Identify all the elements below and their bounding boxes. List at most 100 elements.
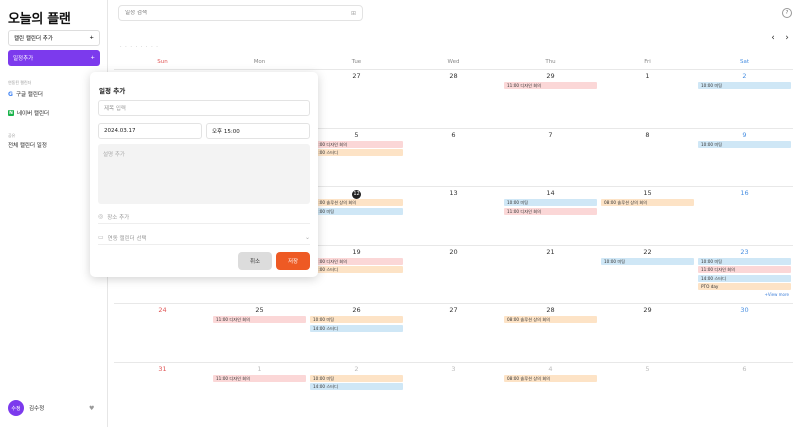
event-chip[interactable]: 11:00 디자인 회의 [504, 82, 597, 89]
event-chip[interactable]: PTO day [698, 283, 791, 290]
day-cell[interactable]: 19 11:00 디자인 회의 14:00 스터디 [308, 246, 405, 304]
event-chip[interactable]: 11:00 디자인 회의 [698, 266, 791, 273]
help-button[interactable]: ? [782, 8, 792, 18]
day-cell[interactable]: 25 11:00 디자인 회의 [211, 304, 308, 362]
day-cell[interactable]: 6 [405, 129, 502, 187]
day-cell[interactable]: 27 [308, 70, 405, 128]
day-cell[interactable]: 24 [114, 304, 211, 362]
day-number: 16 [696, 189, 793, 197]
event-chip[interactable]: 10:00 미팅 [698, 140, 791, 148]
event-chip[interactable]: 10:00 미팅 [698, 257, 791, 265]
sidebar-item-naver[interactable]: N 네이버 캘린더 [8, 109, 49, 117]
calendar-select[interactable]: ▭ 연동 캘린더 선택 ⌄ [98, 231, 310, 245]
day-cell[interactable]: 5 11:00 디자인 회의 14:00 스터디 [308, 129, 405, 187]
event-chip[interactable]: 08:00 솔루션 상의 회의 [504, 316, 597, 323]
event-chip[interactable]: 08:00 솔루션 상의 회의 [601, 199, 694, 206]
sidebar-item-google[interactable]: G 구글 캘린더 [8, 90, 43, 99]
event-chip[interactable]: 11:00 디자인 회의 [213, 316, 306, 323]
event-chip[interactable]: 14:00 스터디 [310, 324, 403, 332]
event-chip[interactable]: 10:00 미팅 [310, 316, 403, 323]
day-cell[interactable]: 3 [405, 363, 502, 421]
event-chip[interactable]: 14:00 스터디 [310, 149, 403, 156]
event-chip[interactable]: 10:00 미팅 [601, 257, 694, 265]
day-cell[interactable]: 15 08:00 솔루션 상의 회의 [599, 187, 696, 245]
day-cell[interactable]: 26 10:00 미팅 14:00 스터디 [308, 304, 405, 362]
day-cell[interactable]: 20 [405, 246, 502, 304]
day-cell[interactable]: 28 08:00 솔루션 상의 회의 [502, 304, 599, 362]
add-event-button[interactable]: 일정추가 + [8, 50, 100, 66]
title-input[interactable]: 제목 입력 [98, 100, 310, 116]
event-chip[interactable]: 14:00 스터디 [310, 383, 403, 390]
search-icon[interactable]: ⊞ [351, 10, 356, 17]
next-month-button[interactable]: › [782, 33, 792, 43]
event-list: 11:00 디자인 회의 [504, 82, 597, 91]
day-cell[interactable]: 6 [696, 363, 793, 421]
day-cell[interactable]: 22 10:00 미팅 [599, 246, 696, 304]
prev-month-button[interactable]: ‹ [768, 33, 778, 43]
week-row: 31 1 11:00 디자인 회의 2 10:00 미팅 14:00 스터디 3 4 08:00… [114, 361, 793, 421]
day-cell[interactable]: 16 [696, 187, 793, 245]
event-chip[interactable]: 10:00 미팅 [310, 207, 403, 215]
weekday-label: Mon [253, 59, 266, 65]
event-chip[interactable]: 11:00 디자인 회의 [310, 257, 403, 265]
day-number: 22 [599, 248, 696, 256]
event-chip[interactable]: 11:00 디자인 회의 [213, 374, 306, 382]
save-button[interactable]: 저장 [276, 252, 310, 270]
event-list: 10:00 미팅 [698, 140, 791, 150]
day-cell[interactable]: 5 [599, 363, 696, 421]
event-chip[interactable]: 10:00 미팅 [698, 82, 791, 89]
day-cell[interactable]: 14 10:00 미팅 11:00 디자인 회의 [502, 187, 599, 245]
day-cell[interactable]: 2 10:00 미팅 [696, 70, 793, 128]
day-cell[interactable]: 9 10:00 미팅 [696, 129, 793, 187]
day-number-text: 2 [354, 364, 359, 373]
day-cell[interactable]: 28 [405, 70, 502, 128]
event-chip[interactable]: 14:00 스터디 [310, 266, 403, 273]
description-input[interactable]: 설명 추가 [98, 144, 310, 204]
day-cell[interactable]: 12 08:00 솔루션 상의 회의 10:00 미팅 [308, 187, 405, 245]
weekday-label: Sun [157, 59, 168, 65]
sidebar-item-all-calendars[interactable]: 전체 캘린더 일정 [8, 141, 47, 149]
day-cell[interactable]: 4 08:00 솔루션 상의 회의 [502, 363, 599, 421]
event-list: 10:00 미팅 11:00 디자인 회의 14:00 스터디 PTO day +Vie… [698, 257, 791, 297]
add-calendar-button[interactable]: 캘린 캘린더 추가 + [8, 30, 100, 46]
event-chip[interactable]: 11:00 디자인 회의 [310, 140, 403, 148]
cancel-button[interactable]: 취소 [238, 252, 272, 270]
heart-icon[interactable]: ♥ [89, 405, 94, 412]
event-chip[interactable]: 08:00 솔루션 상의 회의 [504, 374, 597, 382]
day-cell[interactable]: 13 [405, 187, 502, 245]
search-input[interactable] [125, 10, 325, 16]
day-number: 31 [114, 365, 211, 373]
day-cell[interactable]: 1 11:00 디자인 회의 [211, 363, 308, 421]
day-cell[interactable]: 30 [696, 304, 793, 362]
day-cell[interactable]: 1 [599, 70, 696, 128]
event-list: 10:00 미팅 [698, 82, 791, 91]
day-number-text: 5 [354, 130, 359, 139]
day-cell[interactable]: 23 10:00 미팅 11:00 디자인 회의 14:00 스터디 PTO day +V… [696, 246, 793, 304]
day-cell[interactable]: 7 [502, 129, 599, 187]
location-input[interactable]: ◎ 장소 추가 [98, 210, 310, 224]
day-cell[interactable]: 21 [502, 246, 599, 304]
day-cell[interactable]: 29 11:00 디자인 회의 [502, 70, 599, 128]
event-chip[interactable]: 10:00 미팅 [310, 374, 403, 382]
calendar-icon: ▭ [98, 234, 104, 241]
day-number: 20 [405, 248, 502, 256]
day-cell[interactable]: 31 [114, 363, 211, 421]
search-bar[interactable]: ⊞ [118, 5, 363, 21]
date-field[interactable]: 2024.03.17 [98, 123, 202, 139]
day-number-text: 15 [643, 189, 652, 197]
event-chip[interactable]: 14:00 스터디 [698, 274, 791, 282]
day-cell[interactable]: 29 [599, 304, 696, 362]
user-profile[interactable]: 수정 김수정 [8, 400, 44, 416]
weekday-label: Sat [739, 59, 750, 65]
view-more-link[interactable]: +View more [698, 292, 791, 297]
event-list: 11:00 디자인 회의 14:00 스터디 [310, 140, 403, 158]
event-chip[interactable]: 10:00 미팅 [504, 199, 597, 206]
time-field[interactable]: 오후 15:00 [206, 123, 310, 139]
day-number: 2 [696, 72, 793, 80]
event-chip[interactable]: 08:00 솔루션 상의 회의 [310, 199, 403, 206]
day-cell[interactable]: 2 10:00 미팅 14:00 스터디 [308, 363, 405, 421]
day-cell[interactable]: 8 [599, 129, 696, 187]
day-cell[interactable]: 27 [405, 304, 502, 362]
event-chip[interactable]: 11:00 디자인 회의 [504, 207, 597, 215]
day-number-text: 31 [158, 364, 167, 373]
